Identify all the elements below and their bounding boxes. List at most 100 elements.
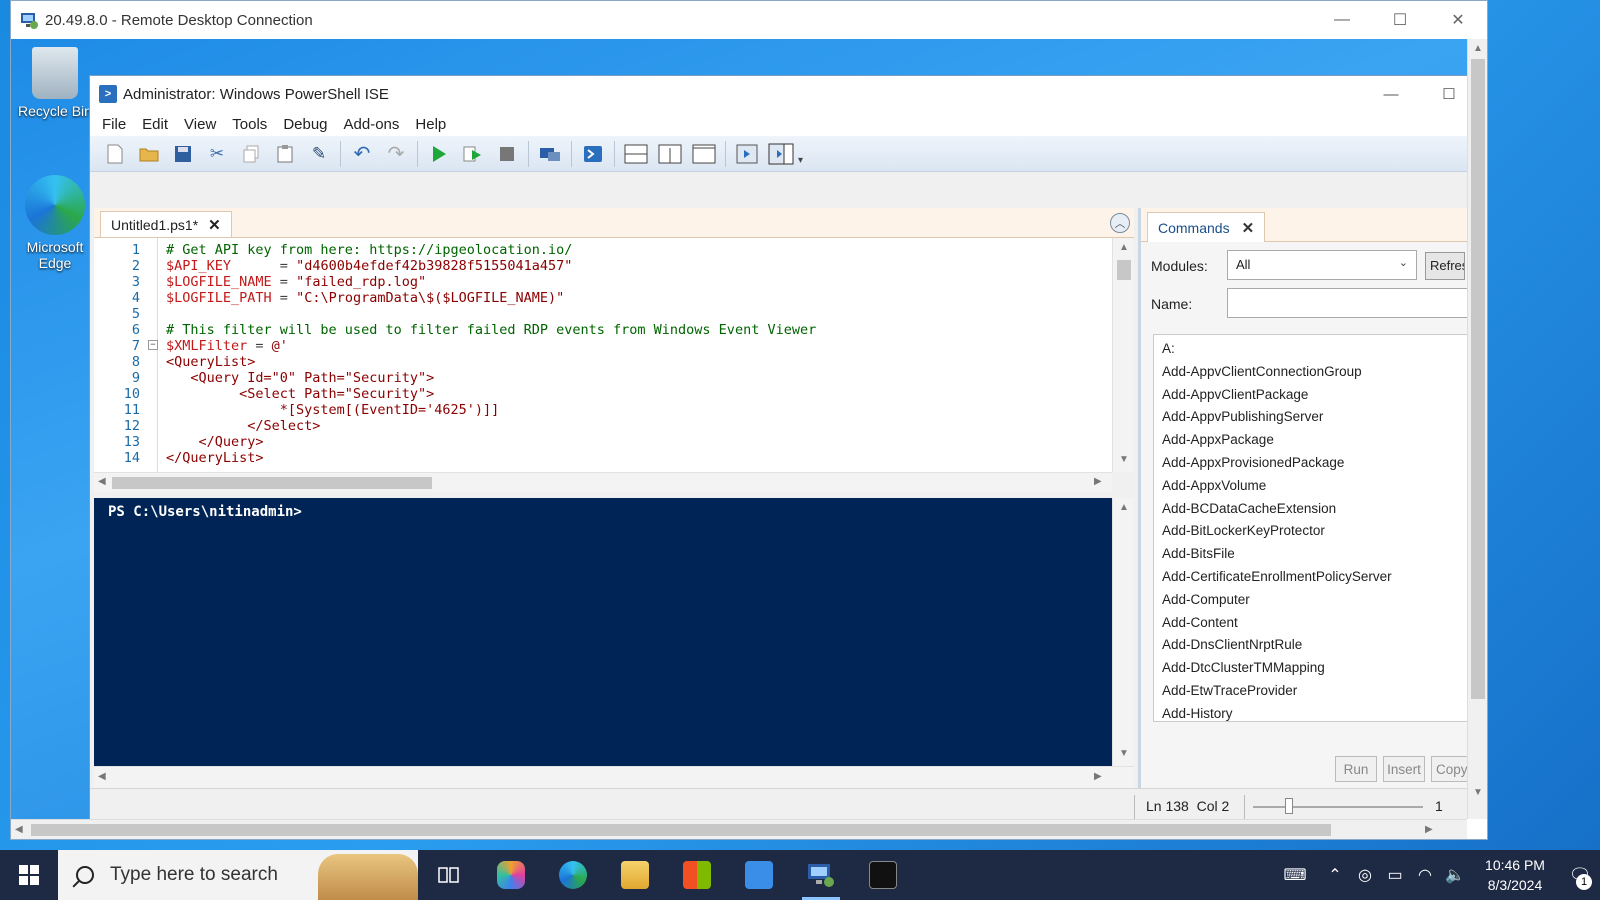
run-selection-icon[interactable] [456,139,490,169]
name-filter-input[interactable] [1227,288,1477,318]
command-list-item[interactable]: Add-Content [1162,615,1238,630]
layout-top-icon[interactable] [619,139,653,169]
rdp-vertical-scrollbar[interactable]: ▲ ▼ [1467,39,1487,819]
command-list-item[interactable]: Add-AppvClientConnectionGroup [1162,364,1362,379]
volume-icon[interactable]: 🔈 [1440,865,1470,885]
command-list-item[interactable]: Add-BCDataCacheExtension [1162,501,1336,516]
menu-debug[interactable]: Debug [275,116,335,133]
command-list-item[interactable]: Add-CertificateEnrollmentPolicyServer [1162,569,1392,584]
scroll-right-icon[interactable]: ▶ [1425,824,1433,835]
scroll-right-icon[interactable]: ▶ [1094,771,1102,782]
scroll-up-icon[interactable]: ▲ [1119,242,1129,253]
taskbar-search[interactable]: Type here to search [58,850,418,900]
command-list-item[interactable]: A: [1162,341,1175,356]
paste-icon[interactable] [268,139,302,169]
command-list-item[interactable]: Add-AppxVolume [1162,478,1266,493]
run-script-icon[interactable] [422,139,456,169]
mail-button[interactable] [728,850,790,900]
insert-button[interactable]: Insert [1383,756,1425,782]
close-commands-icon[interactable]: ✕ [1242,219,1255,237]
editor-hscroll-thumb[interactable] [112,477,432,489]
command-list-item[interactable]: Add-BitsFile [1162,546,1235,561]
edge-taskbar-button[interactable] [542,850,604,900]
open-folder-icon[interactable] [132,139,166,169]
scroll-up-icon[interactable]: ▲ [1473,43,1483,54]
store-button[interactable] [666,850,728,900]
keyboard-icon[interactable]: ⌨ [1270,865,1320,885]
modules-dropdown[interactable]: All ⌄ [1227,250,1417,280]
run-button[interactable]: Run [1335,756,1377,782]
command-list-item[interactable]: Add-EtwTraceProvider [1162,683,1297,698]
console-horizontal-scrollbar[interactable]: ◀ ▶ [94,766,1134,788]
show-script-pane-icon[interactable] [730,139,764,169]
command-list-item[interactable]: Add-DnsClientNrptRule [1162,637,1302,652]
remote-powershell-icon[interactable] [533,139,567,169]
file-explorer-button[interactable] [604,850,666,900]
close-tab-icon[interactable]: ✕ [208,216,221,234]
menu-addons[interactable]: Add-ons [336,116,408,133]
code-editor[interactable]: 1 # Get API key from here: https://ipgeol… [94,238,1134,472]
rdp-hscroll-thumb[interactable] [31,824,1331,836]
fold-toggle-icon[interactable]: − [148,340,158,350]
remote-desktop-taskbar-button[interactable] [790,850,852,900]
editor-horizontal-scrollbar[interactable]: ◀ ▶ [94,472,1112,492]
command-list-item[interactable]: Add-History [1162,706,1233,721]
menu-edit[interactable]: Edit [134,116,176,133]
menu-file[interactable]: File [94,116,134,133]
rdp-horizontal-scrollbar[interactable]: ◀ ▶ [11,819,1467,839]
copilot-button[interactable] [480,850,542,900]
wifi-icon[interactable]: ◠ [1410,865,1440,885]
save-icon[interactable] [166,139,200,169]
rdp-close-button[interactable]: ✕ [1429,1,1487,39]
copy-icon[interactable] [234,139,268,169]
show-commands-icon[interactable] [764,139,798,169]
command-list-item[interactable]: Add-AppvPublishingServer [1162,409,1323,424]
editor-vertical-scrollbar[interactable]: ▲ ▼ [1112,238,1134,472]
commands-list[interactable]: A: Add-AppvClientConnectionGroup Add-AppvC… [1153,334,1481,722]
command-list-item[interactable]: Add-Computer [1162,592,1250,607]
chevron-up-icon[interactable]: ⌃ [1320,865,1350,885]
desktop-icon-edge[interactable]: Microsoft Edge [15,175,95,271]
zoom-slider-track[interactable] [1253,806,1423,808]
scroll-down-icon[interactable]: ▼ [1119,748,1129,759]
console-pane[interactable]: PS C:\Users\nitinadmin> ▲ ▼ ◀ ▶ [94,498,1134,788]
refresh-button[interactable]: Refresh [1425,252,1465,280]
console-vertical-scrollbar[interactable]: ▲ ▼ [1112,498,1134,766]
layout-right-icon[interactable] [653,139,687,169]
new-file-icon[interactable] [98,139,132,169]
scroll-left-icon[interactable]: ◀ [98,476,106,487]
rdp-minimize-button[interactable]: — [1313,1,1371,39]
ise-minimize-button[interactable]: — [1362,76,1420,112]
terminal-button[interactable] [852,850,914,900]
command-list-item[interactable]: Add-DtcClusterTMMapping [1162,660,1325,675]
redo-icon[interactable]: ↷ [379,139,413,169]
start-powershell-icon[interactable] [576,139,610,169]
stop-icon[interactable] [490,139,524,169]
menu-view[interactable]: View [176,116,224,133]
scroll-down-icon[interactable]: ▼ [1119,454,1129,465]
clock[interactable]: 10:46 PM 8/3/2024 [1470,855,1560,895]
scroll-down-icon[interactable]: ▼ [1473,787,1483,798]
scroll-right-icon[interactable]: ▶ [1094,476,1102,487]
command-list-item[interactable]: Add-BitLockerKeyProtector [1162,523,1325,538]
clear-console-icon[interactable]: ✎ [302,139,336,169]
desktop-icon-recycle-bin[interactable]: Recycle Bin [15,47,95,119]
undo-icon[interactable]: ↶ [345,139,379,169]
scroll-left-icon[interactable]: ◀ [98,771,106,782]
script-tab[interactable]: Untitled1.ps1* ✕ [100,211,232,237]
command-list-item[interactable]: Add-AppxProvisionedPackage [1162,455,1344,470]
task-view-button[interactable] [418,850,480,900]
layout-max-icon[interactable] [687,139,721,169]
rdp-maximize-button[interactable]: ☐ [1371,1,1429,39]
cut-icon[interactable]: ✂ [200,139,234,169]
start-button[interactable] [0,850,58,900]
commands-tab[interactable]: Commands ✕ [1147,212,1266,242]
menu-tools[interactable]: Tools [224,116,275,133]
battery-icon[interactable]: ▭ [1380,865,1410,885]
collapse-script-pane-icon[interactable]: ︿ [1110,213,1130,233]
notification-button[interactable]: 🗨 1 [1560,850,1600,900]
scroll-left-icon[interactable]: ◀ [15,824,23,835]
rdp-vscroll-thumb[interactable] [1471,59,1485,699]
scroll-up-icon[interactable]: ▲ [1119,502,1129,513]
menu-help[interactable]: Help [407,116,454,133]
